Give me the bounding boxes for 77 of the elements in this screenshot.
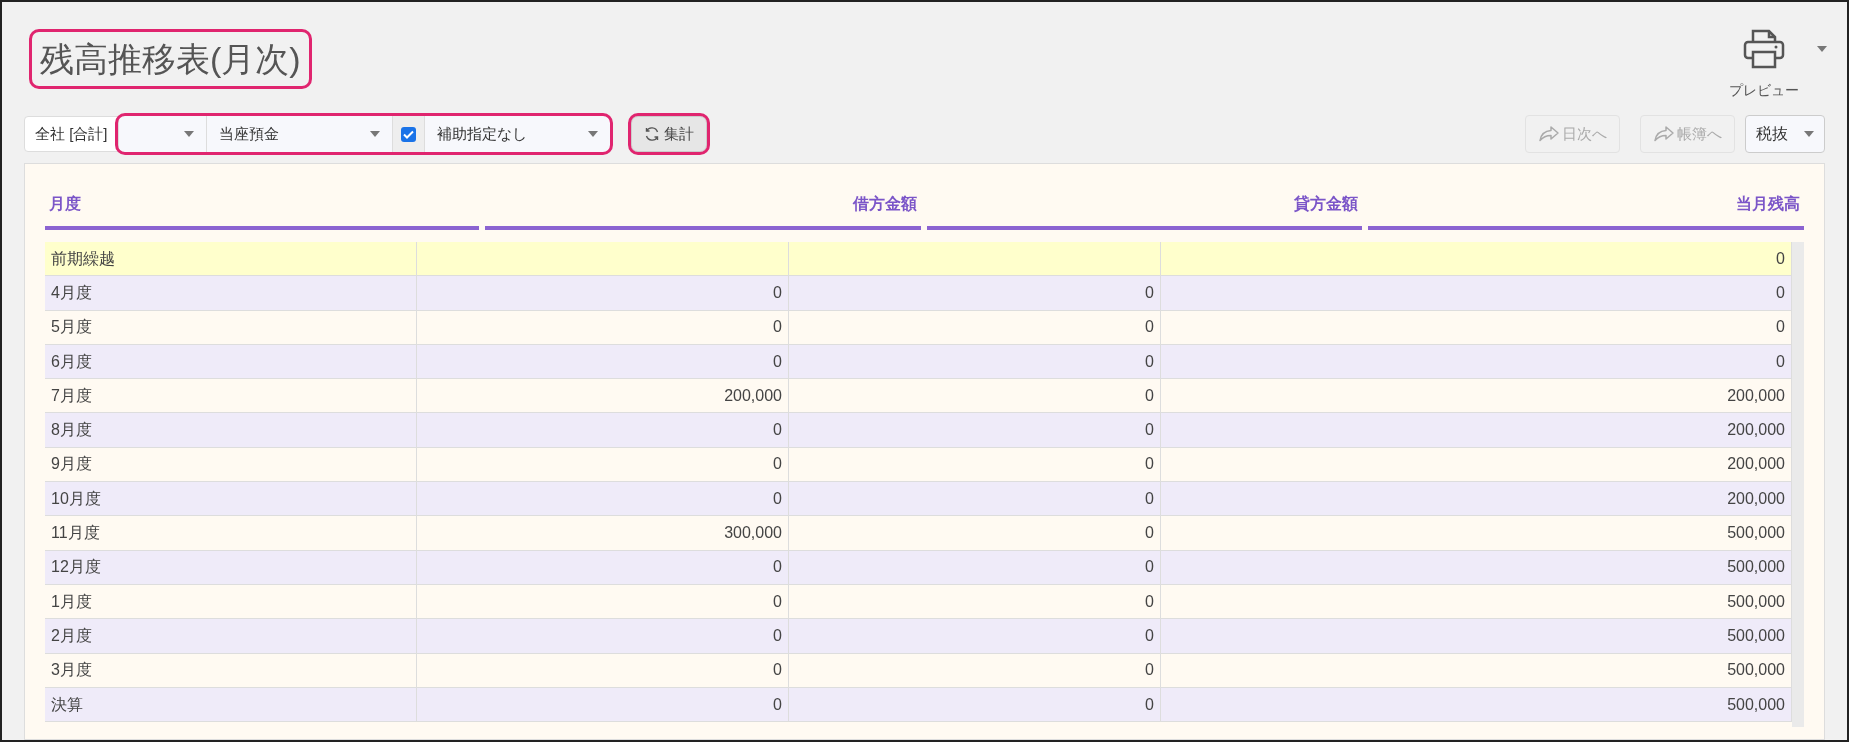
table-cell-text: 0 [1145, 523, 1154, 543]
table-cell-text: 7月度 [51, 385, 92, 406]
column-header: 月度 [45, 178, 479, 230]
table-cell-text: 0 [773, 591, 782, 612]
table-cell-text: 200,000 [1727, 454, 1785, 475]
column-header: 当月残高 [1368, 178, 1804, 230]
refresh-icon [643, 126, 660, 142]
checkbox[interactable] [400, 126, 416, 142]
table-cell-text: 0 [1776, 317, 1785, 338]
table-cell-text: 1月度 [51, 591, 92, 612]
table-cell-text: 0 [773, 660, 782, 681]
table-cell-text: 200,000 [1727, 385, 1785, 406]
table-cell-text: 0 [773, 625, 782, 646]
table-cell-text: 500,000 [1727, 694, 1785, 715]
forward-arrow-icon [1538, 125, 1560, 143]
column-header: 貸方金額 [926, 178, 1363, 230]
table-cell-text: 0 [1145, 282, 1154, 303]
table-cell-text: 0 [1145, 660, 1154, 681]
dropdown-field[interactable] [117, 116, 206, 152]
table-cell-text: 300,000 [724, 523, 782, 543]
table-cell-text: 200,000 [724, 385, 782, 406]
table-cell-text: 500,000 [1727, 660, 1785, 681]
table-cell-text: 0 [773, 454, 782, 475]
table-cell-text: 0 [773, 557, 782, 578]
table-cell-text: 0 [1145, 420, 1154, 441]
table-cell-text: 6月度 [51, 351, 92, 372]
table-cell-text: 0 [1776, 248, 1785, 269]
table-cell-text: 9月度 [51, 454, 92, 475]
table-cell-text: 5月度 [51, 317, 92, 338]
table-cell-text: 0 [1145, 591, 1154, 612]
table-cell-text: 200,000 [1727, 420, 1785, 441]
table-cell-text: 0 [1145, 385, 1154, 406]
table-cell-text: 0 [1145, 317, 1154, 338]
dropdown-field[interactable]: 当座預金 [205, 116, 392, 152]
table-cell-text: 0 [1145, 351, 1154, 372]
page-title: 残高推移表(月次) [32, 32, 309, 86]
table-cell-text: 決算 [51, 694, 83, 715]
forward-arrow-icon [1653, 125, 1675, 143]
caret-icon [1804, 131, 1814, 137]
table-cell-text: 0 [773, 351, 782, 372]
table-cell-text: 前期繰越 [51, 248, 115, 269]
table-cell-text: 0 [1145, 694, 1154, 715]
table-cell-text: 4月度 [51, 282, 92, 303]
caret-icon [1817, 46, 1827, 52]
table-cell-text: 0 [773, 420, 782, 441]
tax-dropdown[interactable]: 税抜 [1745, 115, 1825, 153]
print-preview-button[interactable]: プレビュー [1729, 28, 1799, 101]
table-cell-text: 0 [1145, 625, 1154, 646]
table-cell-text: 12月度 [51, 557, 101, 578]
dropdown-field[interactable]: 補助指定なし [423, 116, 610, 152]
table-cell-text: 8月度 [51, 420, 92, 441]
table-cell-text: 500,000 [1727, 625, 1785, 646]
column-header: 借方金額 [485, 178, 921, 230]
table-cell-text: 0 [1145, 488, 1154, 509]
table-cell-text: 0 [1776, 351, 1785, 372]
aggregate-button[interactable]: 集計 [630, 116, 707, 152]
checkmark-icon [402, 129, 414, 139]
table-cell-text: 500,000 [1727, 523, 1785, 543]
table-cell-text: 10月度 [51, 488, 101, 509]
table-cell-text: 0 [773, 694, 782, 715]
table-cell-text: 500,000 [1727, 591, 1785, 612]
table-cell-text: 0 [1145, 557, 1154, 578]
table-cell-text: 0 [773, 282, 782, 303]
table-cell-text: 11月度 [51, 523, 100, 543]
table-cell-text: 500,000 [1727, 557, 1785, 578]
caret-icon [183, 131, 194, 137]
table-cell-text: 3月度 [51, 660, 92, 681]
table-cell-text: 2月度 [51, 625, 92, 646]
table-cell-text: 0 [1145, 454, 1154, 475]
company-label: 全社 [合計] [34, 123, 109, 144]
caret-icon [587, 131, 598, 137]
table-cell-text: 0 [773, 317, 782, 338]
printer-icon [1742, 28, 1786, 70]
table-cell-text: 0 [1776, 282, 1785, 303]
table-cell-text: 0 [773, 488, 782, 509]
caret-icon [369, 131, 380, 137]
table-cell-text: 200,000 [1727, 488, 1785, 509]
